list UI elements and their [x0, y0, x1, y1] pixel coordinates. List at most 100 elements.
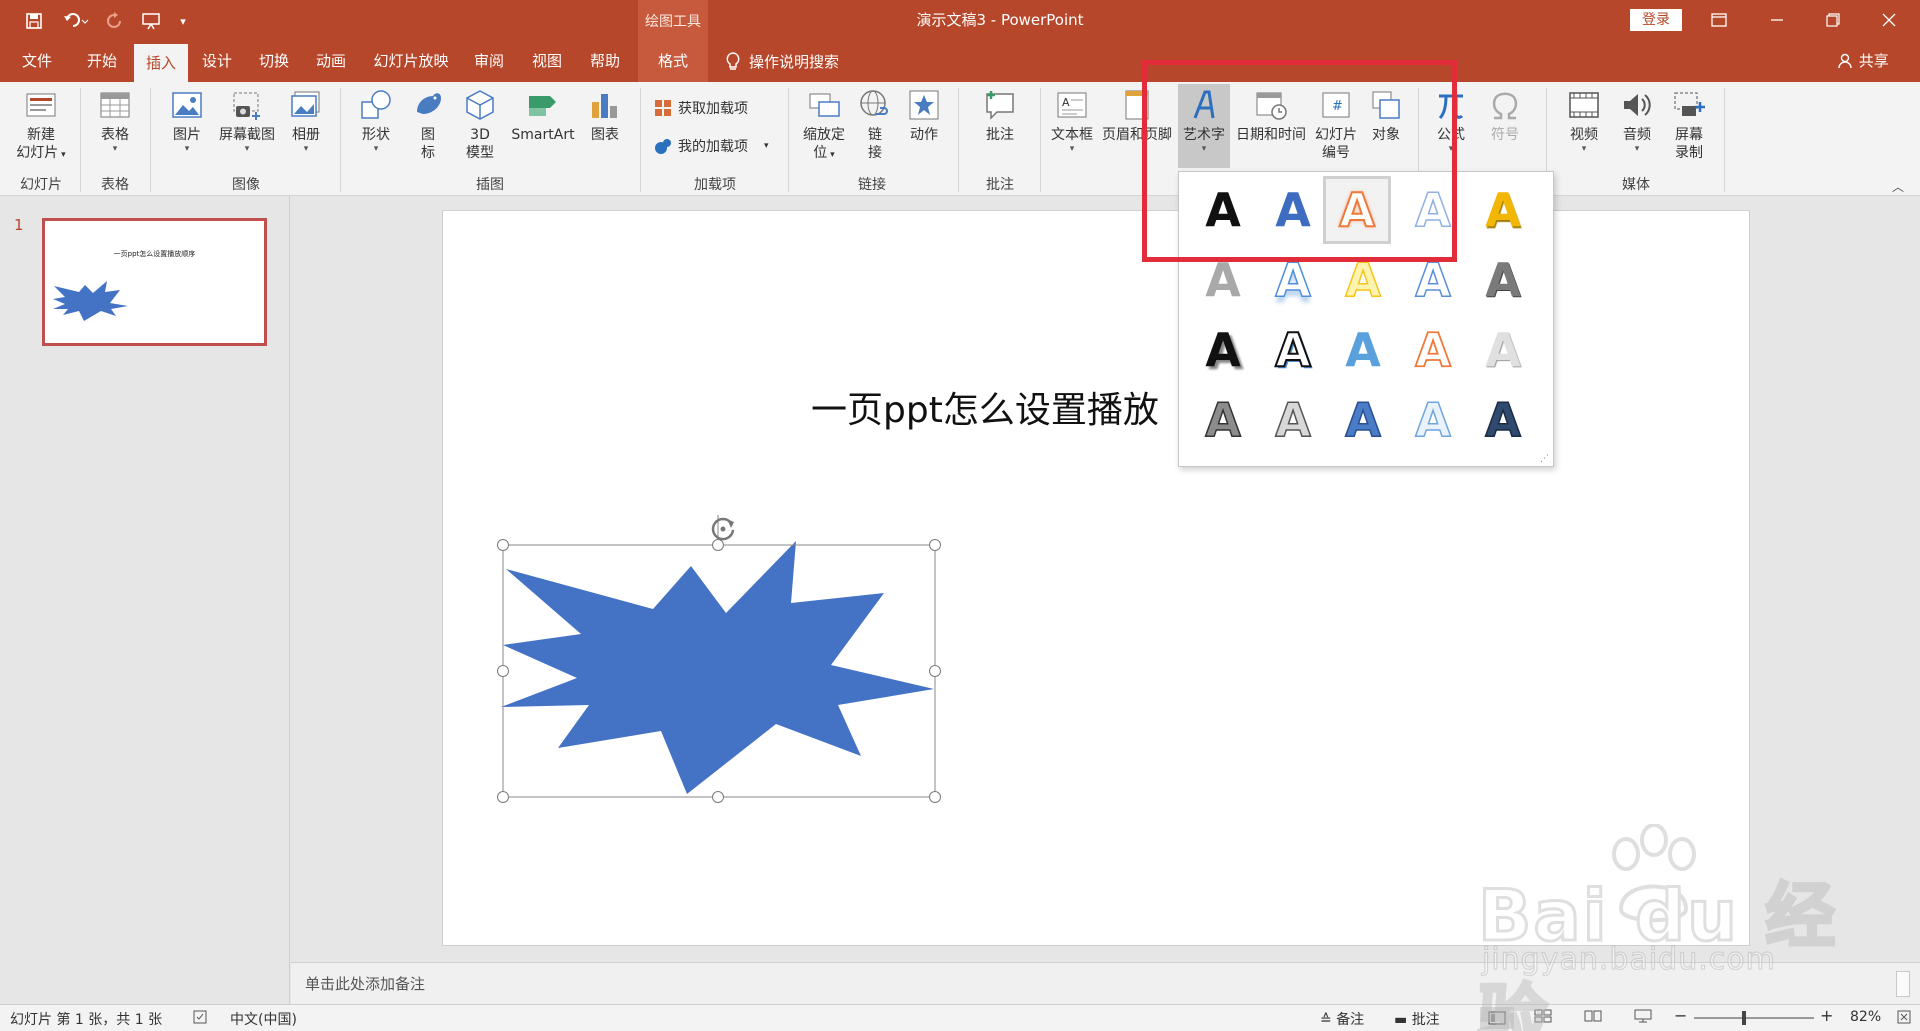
tell-me-label: 操作说明搜索	[749, 53, 840, 71]
share-button[interactable]: 共享	[1838, 42, 1889, 82]
group-separator	[788, 88, 789, 192]
screenshot-icon	[233, 92, 260, 120]
textbox-button[interactable]: A 文本框 ▾	[1046, 88, 1098, 154]
wordart-style-blue-bevel[interactable]: A	[1333, 390, 1393, 450]
film-icon	[1569, 92, 1599, 118]
ribbon-display-icon[interactable]	[1696, 0, 1742, 40]
tab-slideshow[interactable]: 幻灯片放映	[366, 42, 456, 82]
resize-handle-top-middle[interactable]	[712, 539, 724, 551]
resize-handle-middle-right[interactable]	[929, 665, 941, 677]
action-button[interactable]: 动作	[900, 88, 948, 144]
addins-icon	[655, 139, 671, 154]
slide-title-text[interactable]: 一页ppt怎么设置播放	[811, 381, 1159, 433]
slide-thumbnail[interactable]: 一页ppt怎么设置播放顺序	[42, 218, 267, 346]
wordart-style-silver-gradient[interactable]: A	[1473, 320, 1533, 380]
wordart-style-black-outline-white[interactable]: A	[1263, 320, 1323, 380]
redo-icon[interactable]	[104, 8, 128, 34]
new-slide-button[interactable]: 新建 幻灯片 ▾	[8, 88, 74, 164]
tab-home[interactable]: 开始	[74, 42, 130, 82]
screenshot-button[interactable]: 屏幕截图 ▾	[214, 88, 280, 154]
tab-review[interactable]: 审阅	[466, 42, 512, 82]
audio-button[interactable]: 音频 ▾	[1612, 88, 1662, 154]
comments-toggle-button[interactable]: ▬ 批注	[1394, 1009, 1440, 1029]
undo-icon[interactable]	[58, 8, 94, 34]
group-slides-label: 幻灯片	[20, 177, 62, 193]
customize-qat-icon[interactable]: ▾	[176, 8, 190, 34]
resize-handle-top-right[interactable]	[929, 539, 941, 551]
wordart-style-orange-outline[interactable]: A	[1403, 320, 1463, 380]
my-addins-button[interactable]: 我的加载项 ▾	[654, 136, 769, 156]
get-addins-button[interactable]: 获取加载项	[654, 98, 748, 118]
save-icon[interactable]	[20, 8, 48, 34]
restore-icon[interactable]	[1810, 0, 1856, 40]
spelling-check-icon[interactable]	[192, 1009, 208, 1029]
comment-icon	[986, 91, 1014, 120]
textbox-icon: A	[1057, 92, 1087, 118]
cube-icon	[466, 90, 494, 120]
thumbnail-title: 一页ppt怎么设置播放顺序	[113, 250, 196, 258]
wordart-style-gray-pattern[interactable]: A	[1193, 390, 1253, 450]
wordart-style-gold-fill[interactable]: A	[1473, 180, 1533, 240]
group-separator	[958, 88, 959, 192]
thumbnail-number: 1	[14, 216, 24, 234]
video-button[interactable]: 视频 ▾	[1558, 88, 1610, 154]
speaker-icon	[1624, 94, 1651, 116]
wordart-style-black-shadow[interactable]: A	[1193, 320, 1253, 380]
group-media-label: 媒体	[1622, 177, 1650, 193]
group-tables-label: 表格	[101, 177, 129, 193]
star-icon	[909, 90, 939, 120]
tab-help[interactable]: 帮助	[580, 42, 630, 82]
notes-toggle-button[interactable]: ≙ 备注	[1320, 1009, 1364, 1029]
present-icon[interactable]	[138, 8, 166, 34]
wordart-style-blue-gradient[interactable]: A	[1333, 320, 1393, 380]
thumbnail-explosion-shape	[53, 281, 128, 321]
slide-thumbnail-pane: 1 一页ppt怎么设置播放顺序	[0, 196, 290, 1004]
collapse-ribbon-icon[interactable]: ︿	[1892, 178, 1904, 195]
table-button[interactable]: 表格 ▾	[90, 88, 140, 154]
photo-album-button[interactable]: 相册 ▾	[282, 88, 330, 154]
shapes-button[interactable]: 形状 ▾	[350, 88, 402, 154]
tell-me-search[interactable]: 操作说明搜索	[725, 42, 839, 82]
resize-handle-top-left[interactable]	[497, 539, 509, 551]
resize-handle-bottom-middle[interactable]	[712, 791, 724, 803]
link-button[interactable]: 链 接	[852, 88, 898, 162]
language-status[interactable]: 中文(中国)	[230, 1009, 297, 1029]
resize-handle-bottom-right[interactable]	[929, 791, 941, 803]
wordart-style-dark-pattern[interactable]: A	[1473, 390, 1533, 450]
login-button[interactable]: 登录	[1630, 9, 1682, 31]
tab-view[interactable]: 视图	[522, 42, 572, 82]
screen-recording-icon	[1674, 92, 1705, 116]
3d-models-button[interactable]: 3D 模型	[454, 88, 506, 162]
group-separator	[640, 88, 641, 192]
resize-handle-bottom-left[interactable]	[497, 791, 509, 803]
group-links-label: 链接	[858, 177, 886, 193]
close-icon[interactable]	[1866, 0, 1912, 40]
store-icon	[655, 100, 671, 116]
smartart-button[interactable]: SmartArt	[508, 88, 578, 144]
screen-recording-button[interactable]: 屏幕 录制	[1664, 88, 1714, 162]
zoom-button[interactable]: 缩放定 位 ▾	[798, 88, 850, 164]
tab-file[interactable]: 文件	[10, 42, 64, 82]
rotate-handle-icon[interactable]	[707, 513, 739, 545]
minimize-icon[interactable]	[1754, 0, 1800, 40]
wordart-style-gray-outline[interactable]: A	[1263, 390, 1323, 450]
notes-placeholder[interactable]: 单击此处添加备注	[305, 973, 425, 994]
explosion-shape[interactable]	[501, 515, 941, 803]
group-separator	[340, 88, 341, 192]
photo-album-icon	[291, 91, 320, 117]
comment-button[interactable]: 批注	[968, 88, 1032, 144]
chart-button[interactable]: 图表	[580, 88, 630, 144]
tab-transitions[interactable]: 切换	[248, 42, 300, 82]
symbol-button[interactable]: 符号	[1482, 88, 1528, 144]
gallery-resize-grip[interactable]: ⋰	[1540, 454, 1549, 464]
tab-insert[interactable]: 插入	[134, 44, 188, 82]
tab-format[interactable]: 格式	[638, 42, 708, 82]
resize-handle-middle-left[interactable]	[497, 665, 509, 677]
icons-button[interactable]: 图 标	[404, 88, 452, 162]
wordart-style-gray-bevel[interactable]: A	[1473, 250, 1533, 310]
wordart-style-light-blue-glow[interactable]: A	[1403, 390, 1463, 450]
tab-design[interactable]: 设计	[192, 42, 242, 82]
baidu-jingyan-watermark: Bai du 经验 jingyan.baidu.com	[1470, 820, 1900, 1031]
tab-animations[interactable]: 动画	[306, 42, 356, 82]
picture-button[interactable]: 图片 ▾	[162, 88, 212, 154]
